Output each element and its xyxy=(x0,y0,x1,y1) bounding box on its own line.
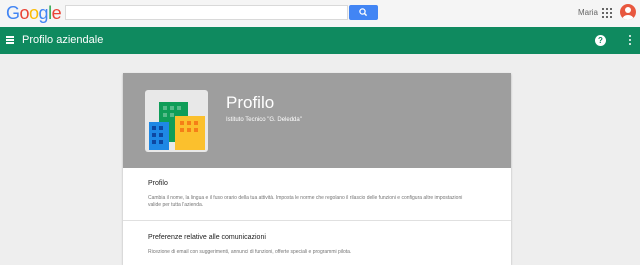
logo-letter: o xyxy=(19,3,30,23)
search-button[interactable] xyxy=(349,5,378,20)
section-preferenze-comunicazioni[interactable]: Preferenze relative alle comunicazioni R… xyxy=(123,220,511,265)
menu-icon[interactable] xyxy=(6,36,14,44)
google-logo[interactable]: Google xyxy=(6,3,62,24)
settings-card: Profilo Istituto Tecnico "G. Deledda" Pr… xyxy=(123,73,511,265)
banner-subtitle: Istituto Tecnico "G. Deledda" xyxy=(226,117,302,123)
section-description: Cambia il nome, la lingua e il fuso orar… xyxy=(148,195,463,208)
more-vert-icon[interactable] xyxy=(629,35,632,46)
search-input[interactable] xyxy=(65,5,348,20)
google-top-bar: Google Maria xyxy=(0,0,640,27)
logo-letter: G xyxy=(6,3,20,23)
section-profilo[interactable]: Profilo Cambia il nome, la lingua e il f… xyxy=(123,168,511,220)
section-title: Preferenze relative alle comunicazioni xyxy=(148,234,266,241)
avatar[interactable] xyxy=(620,4,636,20)
section-description: Ricezione di email con suggerimenti, ann… xyxy=(148,249,352,255)
logo-letter: g xyxy=(38,3,49,23)
page-title: Profilo aziendale xyxy=(22,34,104,46)
user-silhouette-icon xyxy=(622,7,634,20)
logo-letter: e xyxy=(51,3,62,23)
search-icon xyxy=(359,8,368,17)
banner-title: Profilo xyxy=(226,93,275,112)
help-icon[interactable]: ? xyxy=(595,35,606,46)
app-bar: Profilo aziendale ? xyxy=(0,27,640,54)
logo-letter: o xyxy=(29,3,39,23)
apps-grid-icon[interactable] xyxy=(602,8,612,18)
profile-banner: Profilo Istituto Tecnico "G. Deledda" xyxy=(123,73,511,168)
section-title: Profilo xyxy=(148,180,168,187)
buildings-icon xyxy=(145,90,208,152)
user-name[interactable]: Maria xyxy=(578,8,598,17)
